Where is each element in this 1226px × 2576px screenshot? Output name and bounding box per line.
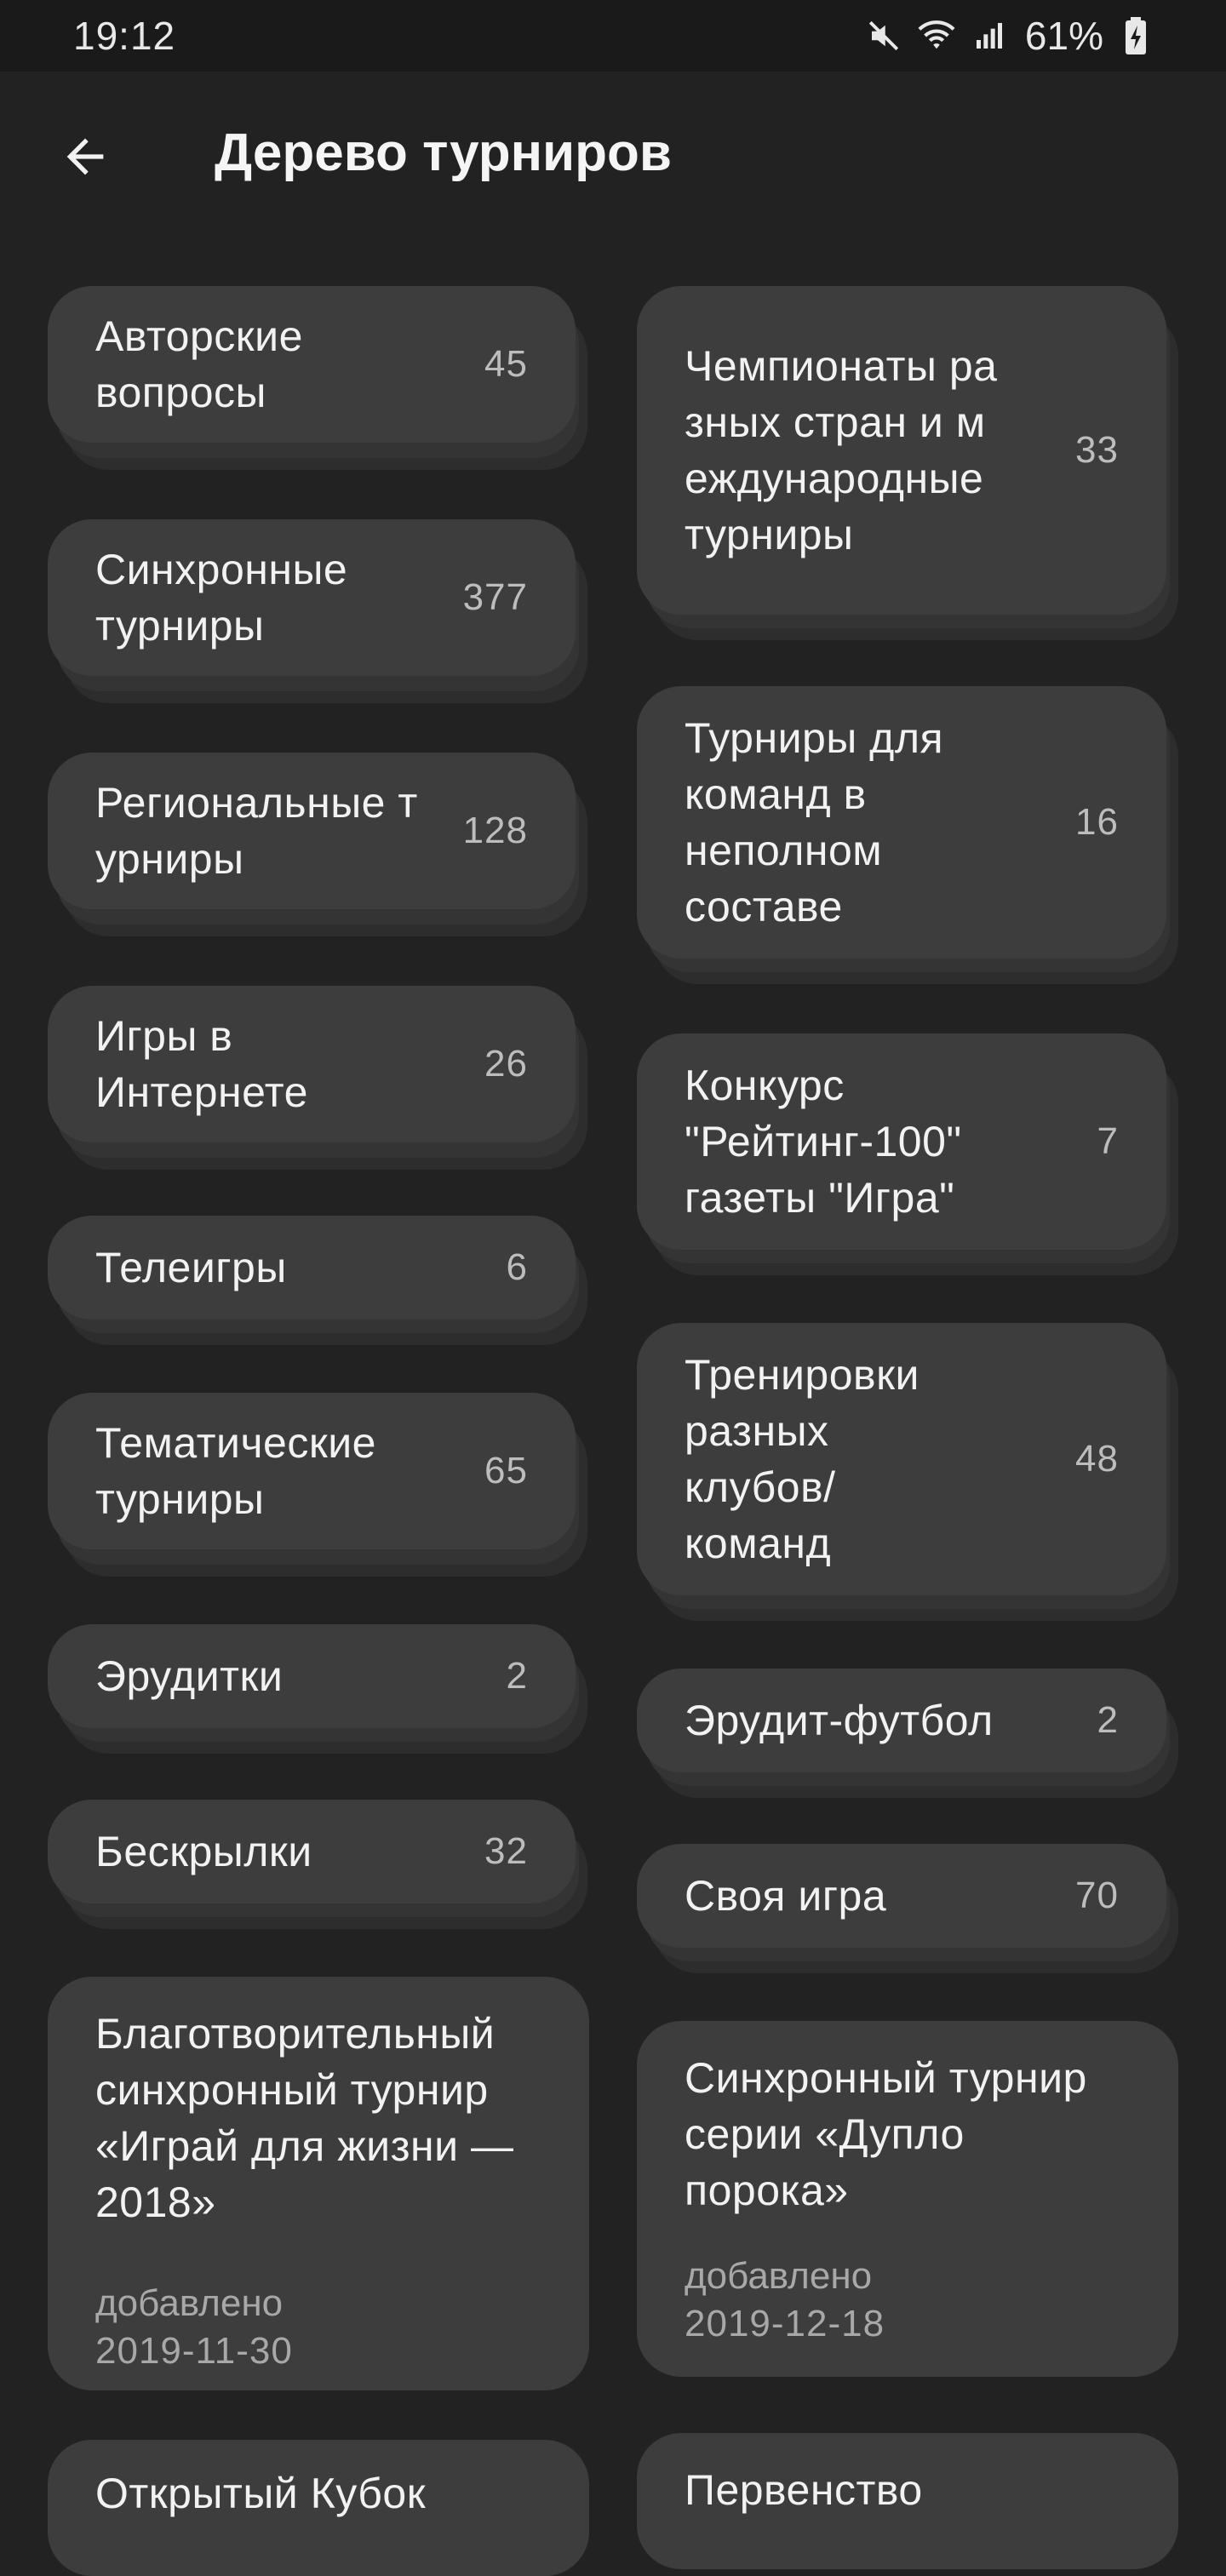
category-card-erudite[interactable]: Эрудитки 2 [48, 1624, 587, 1754]
category-title: Турниры для команд в неполном составе [685, 714, 944, 930]
tournament-added-date: 2019-11-30 [95, 2330, 293, 2372]
category-card-internet-games[interactable]: Игры в Интернете 26 [48, 986, 587, 1170]
category-card-rating-100[interactable]: Конкурс "Рейтинг-100" газеты "Игра" 7 [637, 1033, 1178, 1275]
category-title: Телеигры [95, 1244, 287, 1291]
category-title: Региональные турниры [95, 779, 418, 883]
tournament-title: Благотворительный синхронный турнир «Игр… [95, 2010, 514, 2226]
category-card-synchronous[interactable]: Синхронные турниры 377 [48, 519, 587, 703]
category-count: 26 [484, 1043, 528, 1085]
category-count: 32 [484, 1830, 528, 1872]
wifi-icon [916, 15, 957, 56]
category-count: 16 [1075, 801, 1119, 843]
category-title: Своя игра [685, 1872, 887, 1920]
mute-icon [863, 15, 904, 56]
tournament-added-date: 2019-12-18 [685, 2303, 885, 2344]
tournament-title: Синхронный турнир серии «Дупло порока» [685, 2054, 1087, 2214]
category-count: 48 [1075, 1438, 1119, 1480]
category-title: Чемпионаты разных стран и международные … [685, 342, 998, 558]
category-count: 65 [484, 1450, 528, 1491]
category-count: 377 [462, 576, 528, 618]
category-count: 2 [506, 1655, 528, 1697]
status-time: 19:12 [73, 14, 176, 58]
category-card-thematic[interactable]: Тематические турниры 65 [48, 1393, 587, 1577]
page-title: Дерево турниров [215, 123, 673, 182]
category-card-wingless[interactable]: Бескрылки 32 [48, 1800, 587, 1929]
category-card-incomplete-teams[interactable]: Турниры для команд в неполном составе 16 [637, 686, 1178, 984]
app-bar: Дерево турниров [0, 72, 1226, 238]
category-card-author-questions[interactable]: Авторские вопросы 45 [48, 286, 587, 470]
status-bar: 19:12 61% [0, 0, 1226, 72]
category-count: 6 [506, 1246, 528, 1288]
signal-icon [969, 15, 1010, 56]
battery-charging-icon [1115, 15, 1156, 56]
category-count: 33 [1075, 429, 1119, 471]
tournament-added-label: добавлено [95, 2282, 284, 2324]
arrow-left-icon [66, 138, 104, 175]
back-button[interactable] [49, 121, 121, 192]
category-card-tv-games[interactable]: Телеигры 6 [48, 1216, 587, 1345]
category-count: 45 [484, 343, 528, 385]
category-title: Бескрылки [95, 1828, 312, 1875]
category-title: Эрудит-футбол [685, 1697, 994, 1744]
category-count: 70 [1075, 1875, 1119, 1916]
category-title: Игры в Интернете [95, 1012, 308, 1116]
category-count: 7 [1097, 1120, 1119, 1162]
category-title: Тренировки разных клубов/команд [685, 1351, 920, 1567]
category-card-championships[interactable]: Чемпионаты разных стран и международные … [637, 286, 1178, 640]
category-card-regional[interactable]: Региональные турниры 128 [48, 753, 587, 936]
category-title: Авторские вопросы [95, 312, 303, 416]
tournament-card[interactable]: Первенство [637, 2433, 1178, 2569]
category-title: Синхронные турниры [95, 546, 348, 650]
category-card-erudite-football[interactable]: Эрудит-футбол 2 [637, 1669, 1178, 1798]
category-card-own-game[interactable]: Своя игра 70 [637, 1844, 1178, 1973]
tournament-title: Первенство [685, 2466, 923, 2514]
tournament-added-label: добавлено [685, 2255, 873, 2297]
tournament-card[interactable]: Синхронный турнир серии «Дупло порока» д… [637, 2021, 1178, 2377]
tournament-title: Открытый Кубок [95, 2470, 427, 2517]
status-icons: 61% [863, 13, 1156, 59]
category-title: Тематические турниры [95, 1419, 376, 1523]
category-count: 2 [1097, 1699, 1119, 1741]
tournament-card[interactable]: Благотворительный синхронный турнир «Игр… [48, 1977, 589, 2390]
category-title: Конкурс "Рейтинг-100" газеты "Игра" [685, 1062, 962, 1222]
category-card-club-trainings[interactable]: Тренировки разных клубов/команд 48 [637, 1323, 1178, 1621]
battery-percent: 61% [1024, 14, 1103, 58]
category-title: Эрудитки [95, 1652, 284, 1700]
tournament-card[interactable]: Открытый Кубок [48, 2440, 589, 2576]
category-count: 128 [462, 810, 528, 851]
